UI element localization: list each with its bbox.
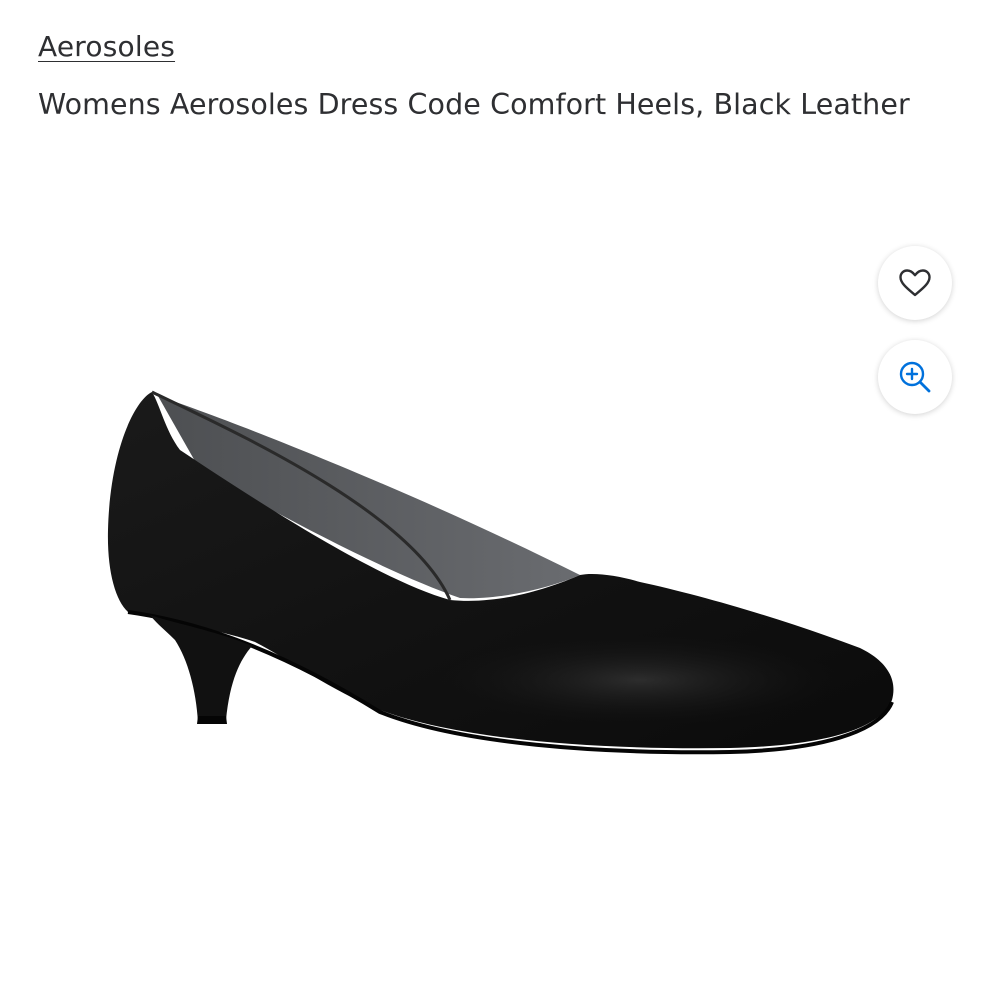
favorite-button[interactable] [878,246,952,320]
product-page: Aerosoles Womens Aerosoles Dress Code Co… [0,0,1000,1000]
product-title: Womens Aerosoles Dress Code Comfort Heel… [38,88,910,121]
zoom-in-icon [897,359,933,395]
heart-icon [898,268,932,298]
brand-link[interactable]: Aerosoles [38,30,175,63]
zoom-button[interactable] [878,340,952,414]
product-image[interactable] [80,360,920,780]
